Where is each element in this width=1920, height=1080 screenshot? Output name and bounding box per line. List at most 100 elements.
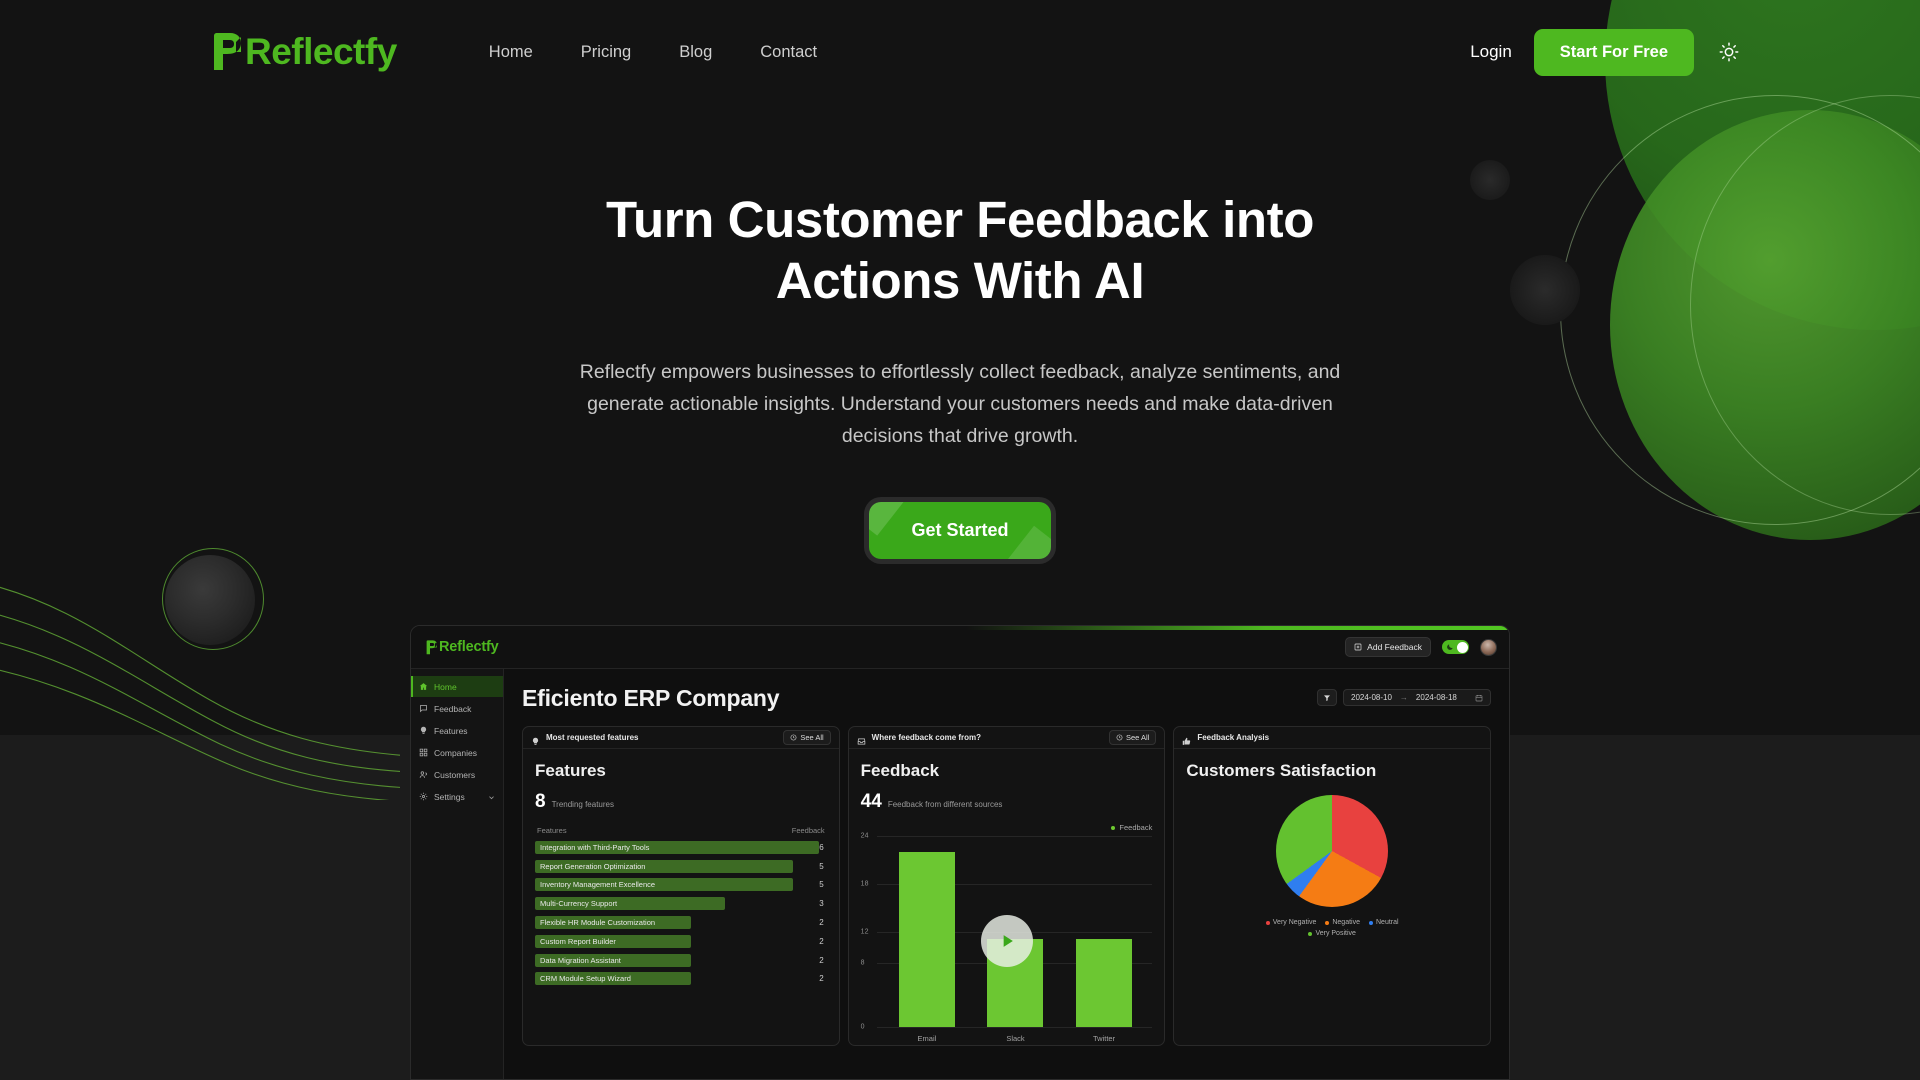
grid-icon <box>419 748 428 757</box>
analysis-card-title: Customers Satisfaction <box>1186 761 1377 780</box>
gear-icon <box>419 792 428 801</box>
decor-sphere-ring <box>162 548 264 650</box>
feature-row[interactable]: Data Migration Assistant 2 <box>535 951 827 970</box>
x-axis-tick: Slack <box>1006 1034 1025 1043</box>
feature-bar: Flexible HR Module Customization <box>535 916 691 930</box>
add-feedback-button[interactable]: Add Feedback <box>1345 637 1431 657</box>
feature-row[interactable]: Multi-Currency Support 3 <box>535 894 827 913</box>
legend-label: Very Positive <box>1315 930 1356 937</box>
legend-label: Neutral <box>1376 919 1399 926</box>
nav-link-pricing[interactable]: Pricing <box>581 43 631 62</box>
home-icon <box>419 682 428 691</box>
filter-button[interactable] <box>1317 689 1337 706</box>
hero-heading: Turn Customer Feedback into Actions With… <box>605 191 1314 309</box>
clock-icon <box>790 734 797 741</box>
features-col-left: Features <box>537 826 567 835</box>
brand-name: Reflectfy <box>245 31 397 72</box>
sidebar-label-settings: Settings <box>434 791 465 802</box>
get-started-button[interactable]: Get Started <box>869 502 1051 560</box>
bar[interactable] <box>1076 939 1133 1027</box>
sidebar-label-home: Home <box>434 681 457 692</box>
nav-link-contact[interactable]: Contact <box>760 43 817 62</box>
nav-link-blog[interactable]: Blog <box>679 43 712 62</box>
feature-value: 5 <box>819 861 824 871</box>
top-navigation: Reflectfy Home Pricing Blog Contact Logi… <box>0 0 1920 104</box>
dashboard-theme-toggle[interactable] <box>1442 640 1469 654</box>
feature-row[interactable]: CRM Module Setup Wizard 2 <box>535 970 827 989</box>
hero-section: Turn Customer Feedback into Actions With… <box>0 190 1920 560</box>
page-title: Eficiento ERP Company <box>522 685 780 711</box>
toggle-knob <box>1456 641 1468 653</box>
legend-label: Very Negative <box>1272 919 1317 926</box>
date-range-picker[interactable]: 2024-08-10 → 2024-08-18 <box>1343 689 1491 706</box>
sidebar-label-companies: Companies <box>434 747 477 758</box>
dashboard-main: Eficiento ERP Company 2024-08-10 → 2024-… <box>504 669 1509 1079</box>
y-axis-tick: 12 <box>860 928 869 935</box>
card-header-title: Where feedback come from? <box>871 733 982 742</box>
feature-row[interactable]: Flexible HR Module Customization 2 <box>535 913 827 932</box>
theme-toggle-button[interactable] <box>1716 39 1742 65</box>
play-video-button[interactable] <box>980 914 1033 967</box>
play-icon <box>1003 934 1013 947</box>
pie-chart-legend: Very Negative Negative Neutral Very Positiv… <box>1242 919 1422 937</box>
sidebar-item-features[interactable]: Features <box>411 720 503 741</box>
feature-bar: Inventory Management Excellence <box>535 878 793 892</box>
moon-icon <box>1446 644 1453 650</box>
y-axis-tick: 24 <box>860 832 869 840</box>
user-avatar[interactable] <box>1480 638 1497 656</box>
date-range-arrow: → <box>1399 693 1408 702</box>
satisfaction-pie-chart <box>1276 795 1389 907</box>
brand-logo[interactable]: Reflectfy <box>210 31 397 73</box>
nav-link-home[interactable]: Home <box>489 43 533 62</box>
start-for-free-button[interactable]: Start For Free <box>1533 28 1694 76</box>
pie-legend-item: Very Positive <box>1308 930 1356 937</box>
users-icon <box>419 770 428 779</box>
sidebar-item-feedback[interactable]: Feedback <box>411 698 503 719</box>
see-all-label: See All <box>1125 733 1150 742</box>
clock-icon <box>1116 734 1123 741</box>
sidebar-label-feedback: Feedback <box>434 703 472 714</box>
reflectfy-logo-icon <box>214 33 241 70</box>
feature-value: 2 <box>819 936 824 946</box>
gridline <box>876 1027 1153 1028</box>
legend-swatch <box>1325 920 1330 925</box>
feature-value: 2 <box>819 918 824 928</box>
sidebar-label-features: Features <box>434 725 468 736</box>
sidebar-item-settings[interactable]: Settings <box>411 786 503 807</box>
filter-icon <box>1324 694 1330 701</box>
dashboard-accent-line <box>966 626 1509 630</box>
see-all-features-button[interactable]: See All <box>783 730 831 745</box>
feedback-bar-chart: 0 8 12 18 24 Email Slack Twitter <box>860 832 1153 1045</box>
feature-bar: Integration with Third-Party Tools <box>535 840 820 854</box>
sidebar-label-customers: Customers <box>434 769 476 780</box>
y-axis-tick: 8 <box>860 959 865 967</box>
feature-bar: Data Migration Assistant <box>535 953 691 967</box>
feature-bar: CRM Module Setup Wizard <box>535 972 691 986</box>
dashboard-preview: Reflectfy Add Feedback Home Feedback Fea… <box>410 625 1510 1080</box>
feature-row[interactable]: Report Generation Optimization 5 <box>535 857 827 876</box>
bulb-icon <box>419 726 428 735</box>
calendar-icon <box>1475 694 1483 702</box>
dashboard-sidebar: Home Feedback Features Companies Custome… <box>411 669 504 1079</box>
see-all-feedback-button[interactable]: See All <box>1108 730 1157 745</box>
features-list: Integration with Third-Party Tools 6 Repor… <box>535 838 827 988</box>
pie-legend-item: Very Negative <box>1265 919 1317 926</box>
feature-row[interactable]: Integration with Third-Party Tools 6 <box>535 838 827 857</box>
feature-row[interactable]: Custom Report Builder 2 <box>535 932 827 951</box>
legend-label: Negative <box>1332 919 1360 926</box>
card-feedback-sources: Where feedback come from? See All Feedba… <box>847 726 1166 1046</box>
add-feedback-label: Add Feedback <box>1367 642 1422 652</box>
add-box-icon <box>1354 643 1362 651</box>
login-link[interactable]: Login <box>1470 42 1512 62</box>
decor-sphere <box>165 555 255 645</box>
sidebar-item-customers[interactable]: Customers <box>411 764 503 785</box>
sidebar-item-companies[interactable]: Companies <box>411 742 503 763</box>
legend-swatch <box>1369 920 1373 925</box>
feature-value: 2 <box>819 955 824 965</box>
feature-row[interactable]: Inventory Management Excellence 5 <box>535 876 827 895</box>
bar[interactable] <box>898 851 955 1027</box>
sidebar-item-home[interactable]: Home <box>411 676 503 697</box>
message-icon <box>419 704 428 713</box>
sun-icon <box>1719 42 1739 62</box>
dashboard-brand-logo[interactable]: Reflectfy <box>425 639 499 655</box>
